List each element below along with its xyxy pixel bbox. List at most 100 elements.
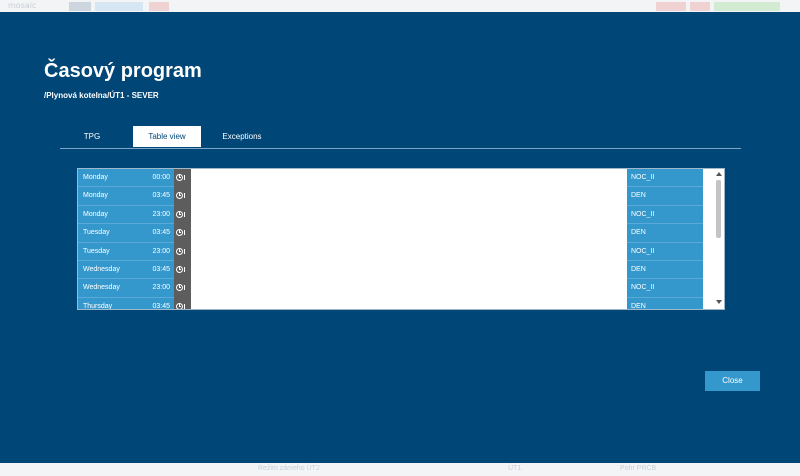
row-start-cell[interactable]: Monday 23:00 [78,205,174,225]
row-program: DEN [631,192,646,200]
row-gap [191,169,627,188]
clock-icon [176,284,183,292]
background-status-right: ÚT1 [508,465,522,472]
row-program-cell[interactable]: DEN [627,224,703,243]
time-program-dialog: Časový program /Plynová kotelna/ÚT1 - SE… [0,12,800,463]
row-gap [191,187,627,206]
row-day: Monday [83,210,108,218]
background-toolbar-block [714,2,780,11]
background-toolbar-block [149,2,169,11]
dialog-subtitle: /Plynová kotelna/ÚT1 - SEVER [44,91,159,100]
clock-icon [176,265,183,273]
clock-tick-icon [184,230,185,236]
row-start-cell[interactable]: Wednesday 03:45 [78,260,174,280]
row-program-cell[interactable]: NOC_II [627,169,703,188]
scroll-down-arrow-icon[interactable] [716,300,722,304]
row-gap [191,260,627,280]
table-row[interactable]: Monday 03:45 DEN [78,187,714,206]
row-tail [703,297,714,309]
row-time: 03:45 [152,229,170,237]
clock-icon [176,192,183,200]
background-status-far: Pohr PRCB [620,465,657,472]
clock-tick-icon [184,193,185,199]
background-toolbar-block [69,2,91,11]
row-program-cell[interactable]: DEN [627,297,703,310]
background-toolbar-block [656,2,686,11]
row-start-cell[interactable]: Wednesday 23:00 [78,279,174,298]
clock-tick-icon [184,266,185,272]
row-day: Monday [83,174,108,181]
background-brand: mosaic [8,1,37,10]
row-clock-cell [174,297,191,309]
row-tail [703,224,714,243]
table-rows: Monday 00:00 NOC_II Monday 03:45 DEN Monday 23:… [78,169,714,310]
row-start-cell[interactable]: Tuesday 03:45 [78,224,174,243]
background-toolbar-block [95,2,143,11]
row-program-cell[interactable]: DEN [627,187,703,206]
vertical-scrollbar[interactable] [714,169,724,309]
clock-icon [176,229,183,237]
row-tail [703,260,714,280]
clock-icon [176,174,183,181]
scroll-up-arrow-icon[interactable] [716,172,722,176]
row-day: Tuesday [83,247,110,255]
row-program-cell[interactable]: DEN [627,260,703,280]
clock-tick-icon [184,248,185,254]
row-clock-cell [174,279,191,298]
background-status-bar: Režim zámeho ÚT2 ÚT1 Pohr PRCB [0,463,800,476]
row-program: DEN [631,265,646,273]
row-tail [703,279,714,298]
row-program-cell[interactable]: NOC_II [627,242,703,261]
background-top-bar: mosaic [0,0,800,12]
row-time: 23:00 [152,210,170,218]
row-program-cell[interactable]: NOC_II [627,279,703,298]
table-row[interactable]: Wednesday 23:00 NOC_II [78,279,714,298]
scroll-thumb[interactable] [716,180,721,238]
close-button[interactable]: Close [705,371,760,391]
row-program-cell[interactable]: NOC_II [627,205,703,225]
row-tail [703,205,714,225]
background-status-text: Režim zámeho ÚT2 [258,465,320,472]
table-row[interactable]: Thursday 03:45 DEN [78,297,714,310]
background-toolbar-block [690,2,710,11]
table-row[interactable]: Tuesday 23:00 NOC_II [78,242,714,261]
row-day: Tuesday [83,229,110,237]
row-time: 00:00 [152,174,170,181]
clock-tick-icon [184,175,185,180]
row-gap [191,242,627,261]
table-row[interactable]: Monday 00:00 NOC_II [78,169,714,188]
tab-table-view[interactable]: Table view [133,126,201,147]
row-program: DEN [631,302,646,310]
table-row[interactable]: Tuesday 03:45 DEN [78,224,714,243]
row-tail [703,242,714,261]
row-gap [191,224,627,243]
dialog-title: Časový program [44,60,202,82]
row-start-cell[interactable]: Monday 00:00 [78,169,174,188]
clock-tick-icon [184,303,185,309]
tab-bar: TPG Table view Exceptions [60,126,741,149]
row-clock-cell [174,205,191,225]
row-gap [191,297,627,309]
clock-icon [176,247,183,255]
time-program-table[interactable]: Monday 00:00 NOC_II Monday 03:45 DEN Monday 23:… [77,168,725,310]
row-day: Wednesday [83,265,120,273]
row-clock-cell [174,169,191,188]
row-start-cell[interactable]: Tuesday 23:00 [78,242,174,261]
row-gap [191,279,627,298]
clock-tick-icon [184,285,185,291]
tab-tpg[interactable]: TPG [60,126,124,147]
row-time: 03:45 [152,265,170,273]
row-clock-cell [174,260,191,280]
row-tail [703,169,714,188]
row-day: Thursday [83,302,113,310]
row-day: Wednesday [83,284,120,292]
row-start-cell[interactable]: Thursday 03:45 [78,297,174,310]
row-start-cell[interactable]: Monday 03:45 [78,187,174,206]
table-row[interactable]: Monday 23:00 NOC_II [78,205,714,225]
row-time: 03:45 [152,302,170,310]
row-program: NOC_II [631,174,655,181]
row-clock-cell [174,187,191,206]
tab-exceptions[interactable]: Exceptions [210,126,274,147]
row-day: Monday [83,192,108,200]
table-row[interactable]: Wednesday 03:45 DEN [78,260,714,280]
